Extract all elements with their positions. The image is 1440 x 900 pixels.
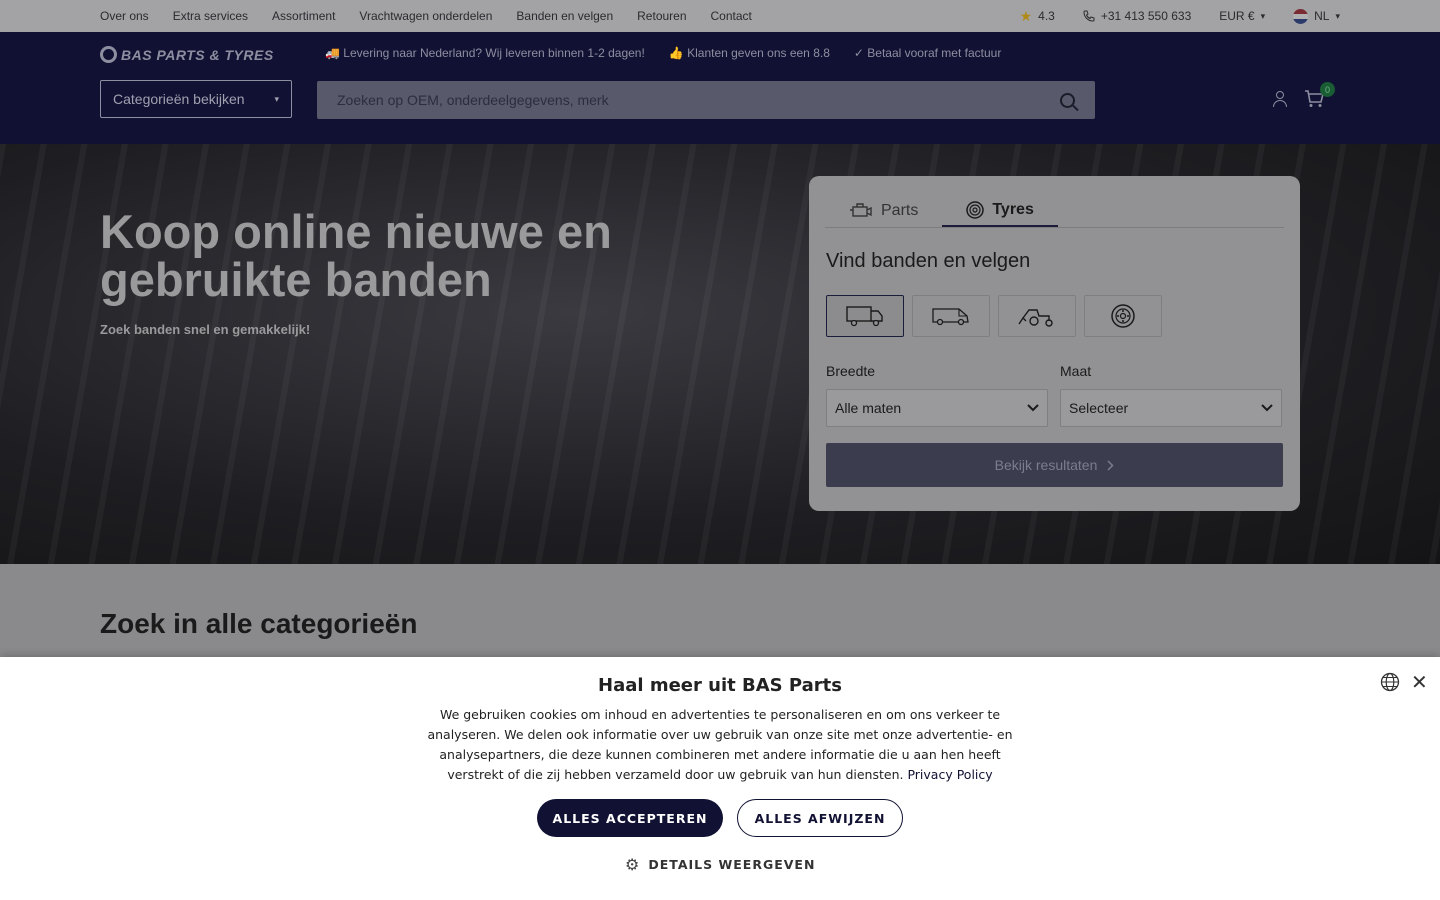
top-nav-assortiment[interactable]: Assortiment [272, 9, 335, 23]
language-value: NL [1314, 9, 1330, 23]
engine-icon [850, 202, 872, 217]
star-icon: ★ [1019, 7, 1033, 24]
finder-tabs: Parts Tyres [825, 194, 1058, 227]
hero-subtitle: Zoek banden snel en gemakkelijk! [100, 322, 311, 337]
rating[interactable]: ★ 4.3 [1020, 8, 1055, 25]
top-nav-extra-services[interactable]: Extra services [173, 9, 248, 23]
vehicle-type-van[interactable] [912, 295, 990, 337]
category-dropdown-label: Categorieën bekijken [113, 91, 245, 107]
tab-parts[interactable]: Parts [825, 194, 942, 227]
cookie-text: We gebruiken cookies om inhoud en advert… [420, 705, 1020, 785]
top-utility-bar: Over ons Extra services Assortiment Vrac… [0, 0, 1440, 32]
tyre-icon [966, 200, 985, 219]
usp-bar: 🚚 Levering naar Nederland? Wij leveren b… [325, 46, 1001, 60]
van-icon [932, 308, 969, 326]
width-select-value: Alle maten [835, 400, 902, 416]
chevron-down-icon: ▾ [1335, 10, 1340, 21]
chevron-down-icon [1027, 404, 1039, 412]
logo-text: BAS PARTS & TYRES [121, 46, 274, 63]
privacy-policy-link[interactable]: Privacy Policy [907, 767, 992, 782]
top-nav-contact[interactable]: Contact [711, 9, 752, 23]
vehicle-type-truck[interactable] [826, 295, 904, 337]
top-nav-vrachtwagen-onderdelen[interactable]: Vrachtwagen onderdelen [359, 9, 492, 23]
chevron-right-icon [1107, 459, 1114, 471]
tyre-finder-panel: Parts Tyres Vind banden en velgen Breedt [809, 176, 1300, 511]
currency-value: EUR € [1219, 9, 1255, 23]
hero-banner: Koop online nieuwe en gebruikte banden Z… [0, 144, 1440, 564]
categories-title: Zoek in alle categorieën [100, 608, 418, 639]
tractor-icon [1018, 309, 1053, 327]
top-right-utilities: ★ 4.3 +31 413 550 633 EUR € ▾ NL ▾ [1020, 0, 1340, 32]
top-nav-over-ons[interactable]: Over ons [100, 9, 149, 23]
show-details-button[interactable]: ⚙ DETAILS WEERGEVEN [625, 855, 815, 874]
size-select-value: Selecteer [1069, 400, 1129, 416]
close-icon[interactable]: ✕ [1411, 670, 1428, 694]
size-select[interactable]: Selecteer [1060, 389, 1282, 427]
width-label: Breedte [826, 363, 876, 379]
tab-parts-label: Parts [881, 201, 919, 219]
search-icon[interactable] [1060, 92, 1075, 108]
categories-section: Zoek in alle categorieën [0, 564, 1440, 657]
phone-link[interactable]: +31 413 550 633 [1083, 9, 1191, 23]
tabs-divider [825, 227, 1284, 228]
phone-number: +31 413 550 633 [1100, 9, 1192, 23]
reject-all-button[interactable]: ALLES AFWIJZEN [737, 799, 903, 837]
usp-invoice-text: Betaal vooraf met factuur [867, 46, 1002, 60]
logo-tyre-icon [100, 46, 117, 63]
top-nav: Over ons Extra services Assortiment Vrac… [100, 0, 752, 32]
usp-invoice: ✓ Betaal vooraf met factuur [853, 46, 1002, 60]
category-dropdown[interactable]: Categorieën bekijken ▾ [100, 80, 292, 118]
vehicle-type-tractor[interactable] [998, 295, 1076, 337]
cart-count-badge: 0 [1320, 82, 1335, 97]
gear-icon: ⚙ [625, 855, 641, 874]
truck-icon [846, 306, 883, 327]
top-nav-retouren[interactable]: Retouren [637, 9, 686, 23]
view-results-button[interactable]: Bekijk resultaten [826, 443, 1283, 487]
vehicle-type-selector [826, 295, 1162, 337]
rating-value: 4.3 [1038, 9, 1055, 23]
chevron-down-icon [1261, 404, 1273, 412]
flag-nl-icon [1293, 8, 1309, 24]
search-input[interactable]: Zoeken op OEM, onderdeelgegevens, merk [317, 81, 1095, 119]
usp-delivery-text: Levering naar Nederland? Wij leveren bin… [343, 46, 645, 60]
tab-tyres[interactable]: Tyres [942, 194, 1058, 227]
top-nav-banden-en-velgen[interactable]: Banden en velgen [516, 9, 613, 23]
cookie-banner: Haal meer uit BAS Parts We gebruiken coo… [0, 657, 1440, 900]
cookie-title: Haal meer uit BAS Parts [598, 675, 842, 696]
logo[interactable]: BAS PARTS & TYRES [100, 46, 274, 63]
size-label: Maat [1060, 363, 1092, 379]
currency-selector[interactable]: EUR € ▾ [1219, 9, 1265, 23]
language-selector[interactable]: NL ▾ [1293, 8, 1340, 24]
vehicle-type-rim[interactable] [1084, 295, 1162, 337]
wheel-icon [1111, 304, 1135, 328]
search-placeholder: Zoeken op OEM, onderdeelgegevens, merk [337, 92, 609, 108]
tab-tyres-label: Tyres [992, 200, 1034, 218]
account-icon[interactable] [1272, 91, 1288, 109]
chevron-down-icon: ▾ [274, 93, 279, 104]
width-select[interactable]: Alle maten [826, 389, 1048, 427]
usp-rating-text: Klanten geven ons een 8.8 [687, 46, 830, 60]
usp-rating: 👍 Klanten geven ons een 8.8 [668, 46, 830, 60]
globe-icon[interactable] [1380, 672, 1400, 692]
view-results-label: Bekijk resultaten [994, 457, 1098, 473]
accept-all-button[interactable]: ALLES ACCEPTEREN [537, 799, 723, 837]
phone-icon [1083, 10, 1095, 22]
hero-title: Koop online nieuwe en gebruikte banden [100, 205, 612, 306]
chevron-down-icon: ▾ [1260, 10, 1266, 21]
usp-delivery: 🚚 Levering naar Nederland? Wij leveren b… [325, 46, 645, 60]
main-header: BAS PARTS & TYRES 🚚 Levering naar Nederl… [0, 32, 1440, 144]
show-details-label: DETAILS WEERGEVEN [648, 857, 816, 872]
finder-title: Vind banden en velgen [826, 250, 1031, 272]
